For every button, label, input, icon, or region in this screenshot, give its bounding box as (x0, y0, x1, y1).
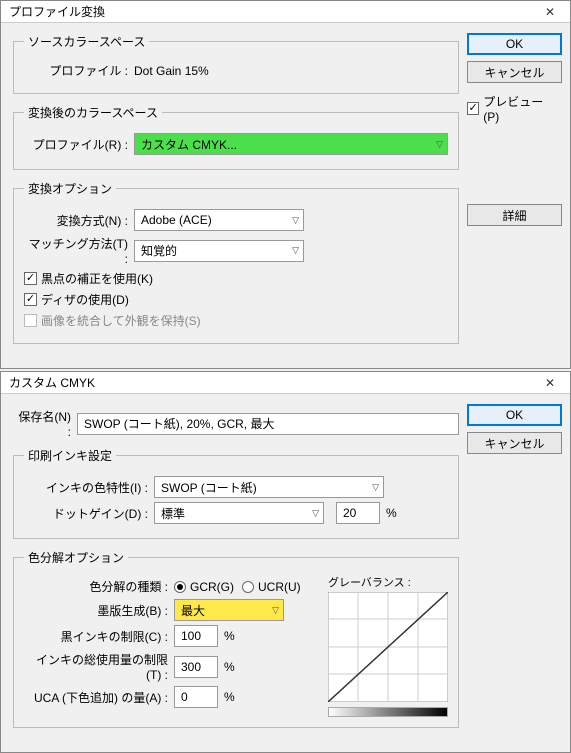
close-button[interactable]: ✕ (530, 1, 570, 23)
chevron-down-icon: ▽ (292, 245, 299, 256)
chevron-down-icon: ▽ (372, 482, 379, 493)
sep-legend: 色分解オプション (24, 549, 128, 566)
dialog-title: プロファイル変換 (9, 3, 105, 20)
ink-colors-label: インキの色特性(I) : (24, 479, 154, 496)
name-value: SWOP (コート紙), 20%, GCR, 最大 (84, 415, 274, 432)
gradient-bar (328, 707, 448, 717)
black-limit-input[interactable]: 100 (174, 625, 218, 647)
cancel-button[interactable]: キャンセル (467, 61, 562, 83)
cancel-button[interactable]: キャンセル (467, 432, 562, 454)
black-gen-label: 墨版生成(B) : (24, 602, 174, 619)
flatten-label: 画像を統合して外観を保持(S) (41, 312, 201, 329)
source-colorspace-group: ソースカラースペース プロファイル : Dot Gain 15% (13, 33, 459, 94)
ink-legend: 印刷インキ設定 (24, 447, 116, 464)
dotgain-value: 標準 (161, 505, 185, 522)
ok-button[interactable]: OK (467, 33, 562, 55)
sep-type-label: 色分解の種類 : (24, 578, 174, 595)
source-legend: ソースカラースペース (24, 33, 149, 50)
separation-options-group: 色分解オプション 色分解の種類 : GCR(G) UCR(U) (13, 549, 459, 728)
dialog-title: カスタム CMYK (9, 374, 95, 391)
ok-button[interactable]: OK (467, 404, 562, 426)
chevron-down-icon: ▽ (436, 139, 443, 150)
detail-button[interactable]: 詳細 (467, 204, 562, 226)
engine-label: 変換方式(N) : (24, 212, 134, 229)
preview-checkbox[interactable]: ✓ プレビュー(P) (467, 93, 554, 124)
engine-value: Adobe (ACE) (141, 213, 212, 227)
preview-label: プレビュー(P) (483, 93, 554, 124)
titlebar: カスタム CMYK ✕ (1, 372, 570, 394)
dest-colorspace-group: 変換後のカラースペース プロファイル(R) : カスタム CMYK... ▽ (13, 104, 459, 170)
gcr-label: GCR(G) (190, 580, 234, 594)
ink-colors-select[interactable]: SWOP (コート紙) ▽ (154, 476, 384, 498)
custom-cmyk-dialog: カスタム CMYK ✕ 保存名(N) : SWOP (コート紙), 20%, G… (0, 371, 571, 753)
gray-balance-label: グレーバランス : (328, 574, 448, 590)
source-profile-value: Dot Gain 15% (134, 64, 209, 78)
convert-options-group: 変換オプション 変換方式(N) : Adobe (ACE) ▽ マッチング方法(… (13, 180, 459, 344)
dest-profile-label: プロファイル(R) : (24, 136, 134, 153)
intent-value: 知覚的 (141, 242, 177, 259)
pct-label: % (224, 660, 235, 674)
ucr-radio[interactable]: UCR(U) (242, 580, 301, 594)
dotgain-label: ドットゲイン(D) : (24, 505, 154, 522)
chevron-down-icon: ▽ (292, 215, 299, 226)
black-gen-select[interactable]: 最大 ▽ (174, 599, 284, 621)
titlebar: プロファイル変換 ✕ (1, 1, 570, 23)
chevron-down-icon: ▽ (272, 605, 279, 616)
options-legend: 変換オプション (24, 180, 116, 197)
uca-input[interactable]: 0 (174, 686, 218, 708)
flatten-checkbox: 画像を統合して外観を保持(S) (24, 312, 201, 329)
dest-legend: 変換後のカラースペース (24, 104, 162, 121)
close-button[interactable]: ✕ (530, 372, 570, 394)
ucr-label: UCR(U) (258, 580, 301, 594)
name-label: 保存名(N) : (13, 408, 77, 439)
pct-label: % (224, 629, 235, 643)
black-gen-value: 最大 (181, 602, 205, 619)
bpc-label: 黒点の補正を使用(K) (41, 270, 153, 287)
gcr-radio[interactable]: GCR(G) (174, 580, 234, 594)
close-icon: ✕ (545, 376, 555, 390)
dither-checkbox[interactable]: ✓ ディザの使用(D) (24, 291, 129, 308)
total-limit-input[interactable]: 300 (174, 656, 218, 678)
black-limit-label: 黒インキの制限(C) : (24, 628, 174, 645)
uca-label: UCA (下色追加) の量(A) : (24, 689, 174, 706)
intent-select[interactable]: 知覚的 ▽ (134, 240, 304, 262)
dotgain-pct-input[interactable]: 20 (336, 502, 380, 524)
ink-colors-value: SWOP (コート紙) (161, 479, 257, 496)
source-profile-label: プロファイル : (24, 62, 134, 79)
gray-balance-chart (328, 592, 448, 702)
profile-convert-dialog: プロファイル変換 ✕ ソースカラースペース プロファイル : Dot Gain … (0, 0, 571, 369)
close-icon: ✕ (545, 5, 555, 19)
dotgain-select[interactable]: 標準 ▽ (154, 502, 324, 524)
intent-label: マッチング方法(T) : (24, 235, 134, 266)
dest-profile-value: カスタム CMYK... (141, 136, 237, 153)
bpc-checkbox[interactable]: ✓ 黒点の補正を使用(K) (24, 270, 153, 287)
engine-select[interactable]: Adobe (ACE) ▽ (134, 209, 304, 231)
name-input[interactable]: SWOP (コート紙), 20%, GCR, 最大 (77, 413, 459, 435)
pct-label: % (386, 506, 397, 520)
total-limit-label: インキの総使用量の制限(T) : (24, 651, 174, 682)
ink-settings-group: 印刷インキ設定 インキの色特性(I) : SWOP (コート紙) ▽ ドットゲイ… (13, 447, 459, 539)
dest-profile-select[interactable]: カスタム CMYK... ▽ (134, 133, 448, 155)
chevron-down-icon: ▽ (312, 508, 319, 519)
pct-label: % (224, 690, 235, 704)
dither-label: ディザの使用(D) (41, 291, 129, 308)
